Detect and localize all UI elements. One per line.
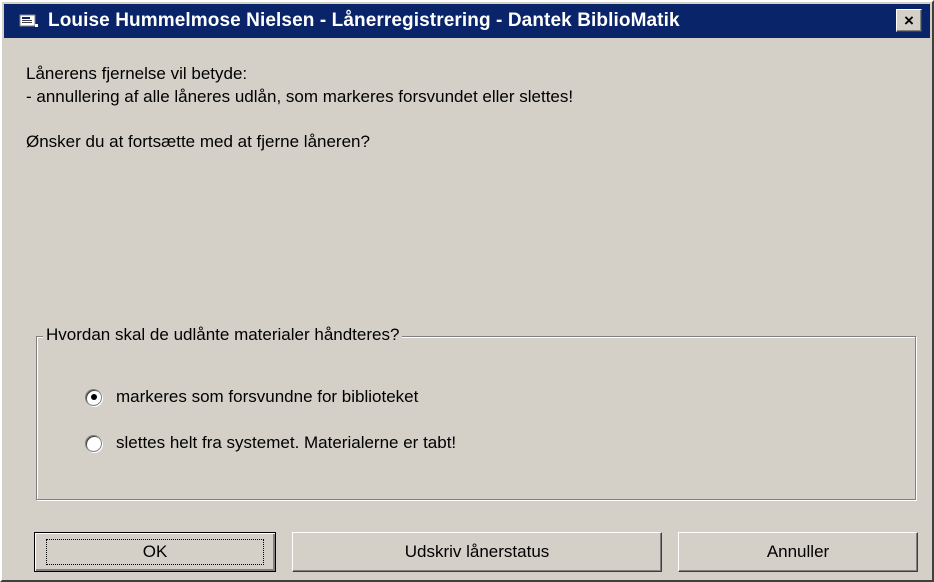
window-title: Louise Hummelmose Nielsen - Lånerregistr…	[48, 10, 680, 31]
print-status-button-label: Udskriv lånerstatus	[404, 542, 550, 561]
app-window-icon	[18, 12, 40, 30]
radio-label-delete[interactable]: slettes helt fra systemet. Materialerne …	[116, 433, 456, 453]
message-line-1: Lånerens fjernelse vil betyde:	[26, 64, 248, 83]
close-icon: ×	[904, 11, 914, 30]
ok-button[interactable]: OK	[34, 532, 276, 572]
close-button[interactable]: ×	[896, 9, 922, 32]
radio-button-selected[interactable]	[85, 388, 102, 406]
material-handling-group: Hvordan skal de udlånte materialer håndt…	[36, 325, 916, 500]
cancel-button[interactable]: Annuller	[678, 532, 918, 572]
radio-button-unselected[interactable]	[85, 434, 102, 452]
radio-option-delete[interactable]: slettes helt fra systemet. Materialerne …	[85, 433, 456, 453]
radio-option-missing[interactable]: markeres som forsvundne for biblioteket	[85, 387, 418, 407]
print-status-button[interactable]: Udskriv lånerstatus	[292, 532, 662, 572]
radio-dot	[90, 394, 97, 400]
message-line-2: - annullering af alle låneres udlån, som…	[26, 87, 574, 106]
question-text: Ønsker du at fortsætte med at fjerne lån…	[26, 132, 370, 151]
dialog-window: Louise Hummelmose Nielsen - Lånerregistr…	[0, 0, 934, 582]
group-legend: Hvordan skal de udlånte materialer håndt…	[43, 325, 403, 345]
ok-button-label: OK	[45, 539, 265, 565]
cancel-button-label: Annuller	[766, 542, 830, 561]
title-bar[interactable]: Louise Hummelmose Nielsen - Lånerregistr…	[4, 4, 930, 38]
radio-label-missing[interactable]: markeres som forsvundne for biblioteket	[116, 387, 418, 407]
